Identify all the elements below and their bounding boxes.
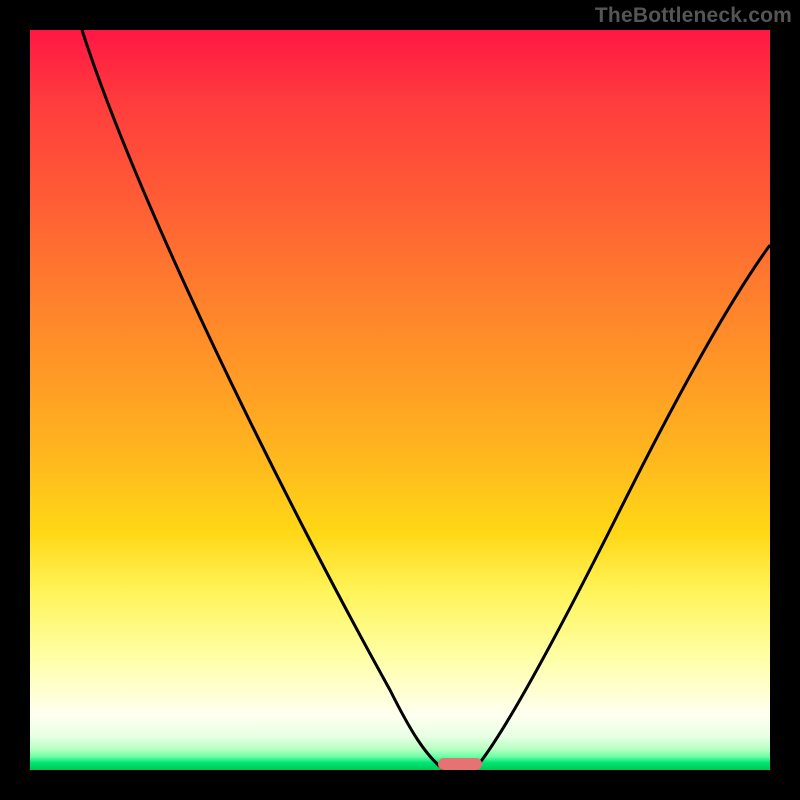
curve-right-branch	[474, 245, 770, 770]
bottleneck-curve	[30, 30, 770, 770]
optimum-marker	[438, 758, 482, 770]
chart-plot-area	[30, 30, 770, 770]
chart-frame: TheBottleneck.com	[0, 0, 800, 800]
curve-left-branch	[82, 30, 444, 770]
watermark-text: TheBottleneck.com	[595, 4, 792, 28]
